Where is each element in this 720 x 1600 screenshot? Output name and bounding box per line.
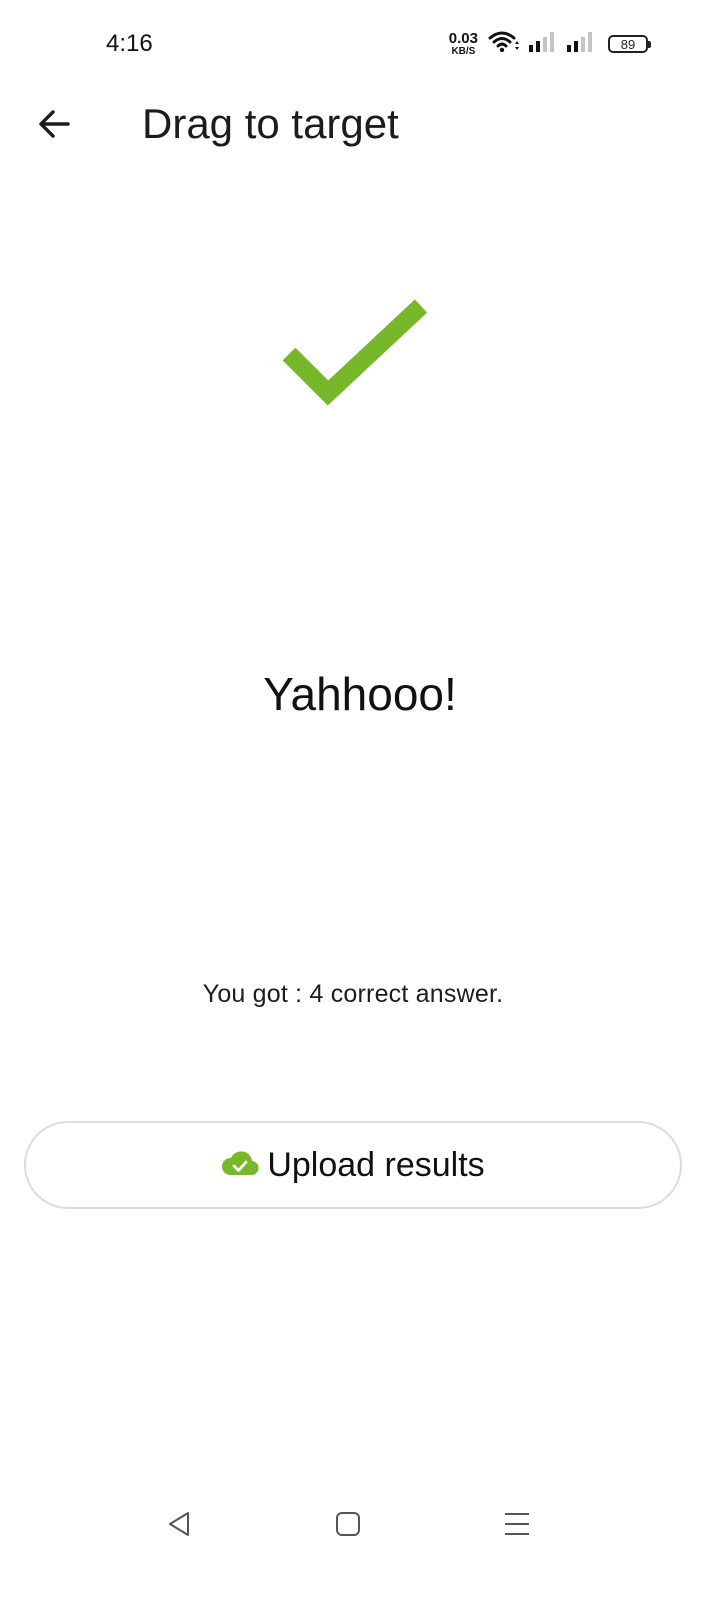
status-time: 4:16 xyxy=(106,30,153,57)
upload-results-label: Upload results xyxy=(267,1145,485,1184)
page-title: Drag to target xyxy=(142,100,399,147)
nav-back-button[interactable] xyxy=(155,1502,203,1550)
network-speed-value: 0.03 xyxy=(448,30,478,47)
status-bar: 4:16 0.03 KB/S 89 xyxy=(0,0,720,88)
nav-home-icon xyxy=(333,1509,363,1544)
result-headline: Yahhooo! xyxy=(263,668,457,720)
nav-home-button[interactable] xyxy=(324,1502,372,1550)
status-icons: 0.03 KB/S 89 xyxy=(449,28,651,60)
upload-results-button[interactable]: Upload results xyxy=(24,1121,682,1209)
battery-icon: 89 xyxy=(608,35,651,53)
battery-level: 89 xyxy=(620,36,636,52)
back-button[interactable] xyxy=(24,96,84,156)
nav-back-icon xyxy=(164,1509,194,1544)
signal-icon-1 xyxy=(528,30,558,59)
wifi-icon xyxy=(488,30,520,59)
cloud-check-icon xyxy=(221,1149,259,1182)
network-speed-unit: KB/S xyxy=(451,46,476,57)
arrow-back-icon xyxy=(36,106,72,147)
nav-menu-icon xyxy=(502,1509,532,1544)
system-navigation-bar xyxy=(0,1490,720,1560)
checkmark-icon xyxy=(275,290,435,420)
signal-icon-2 xyxy=(566,30,596,59)
network-speed: 0.03 KB/S xyxy=(449,31,478,57)
score-text: You got : 4 correct answer. xyxy=(202,980,504,1008)
nav-menu-button[interactable] xyxy=(493,1502,541,1550)
app-bar: Drag to target xyxy=(0,88,720,164)
